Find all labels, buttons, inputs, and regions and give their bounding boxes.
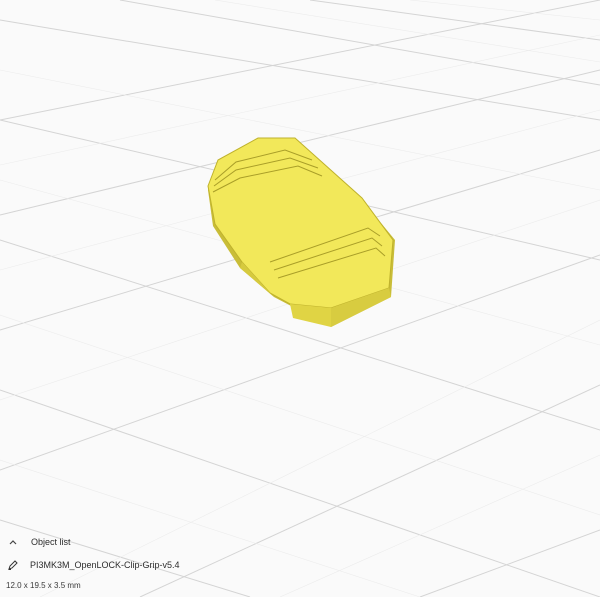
model-top-face (207, 137, 394, 309)
object-list-item[interactable]: PI3MK3M_OpenLOCK-Clip-Grip-v5.4 (6, 558, 180, 572)
build-plate-viewport[interactable] (0, 0, 600, 597)
model-bevel-front (290, 304, 331, 327)
object-list-panel: Object list PI3MK3M_OpenLOCK-Clip-Grip-v… (0, 525, 360, 597)
model-clip-grip[interactable] (207, 137, 395, 327)
object-list-label: Object list (31, 537, 71, 547)
chevron-up-icon (6, 535, 20, 549)
object-dimensions: 12.0 x 19.5 x 3.5 mm (6, 581, 81, 590)
pencil-icon[interactable] (6, 558, 20, 572)
object-dimensions-row: 12.0 x 19.5 x 3.5 mm (6, 581, 81, 590)
object-list-toggle[interactable]: Object list (6, 535, 71, 549)
object-name: PI3MK3M_OpenLOCK-Clip-Grip-v5.4 (30, 560, 180, 570)
